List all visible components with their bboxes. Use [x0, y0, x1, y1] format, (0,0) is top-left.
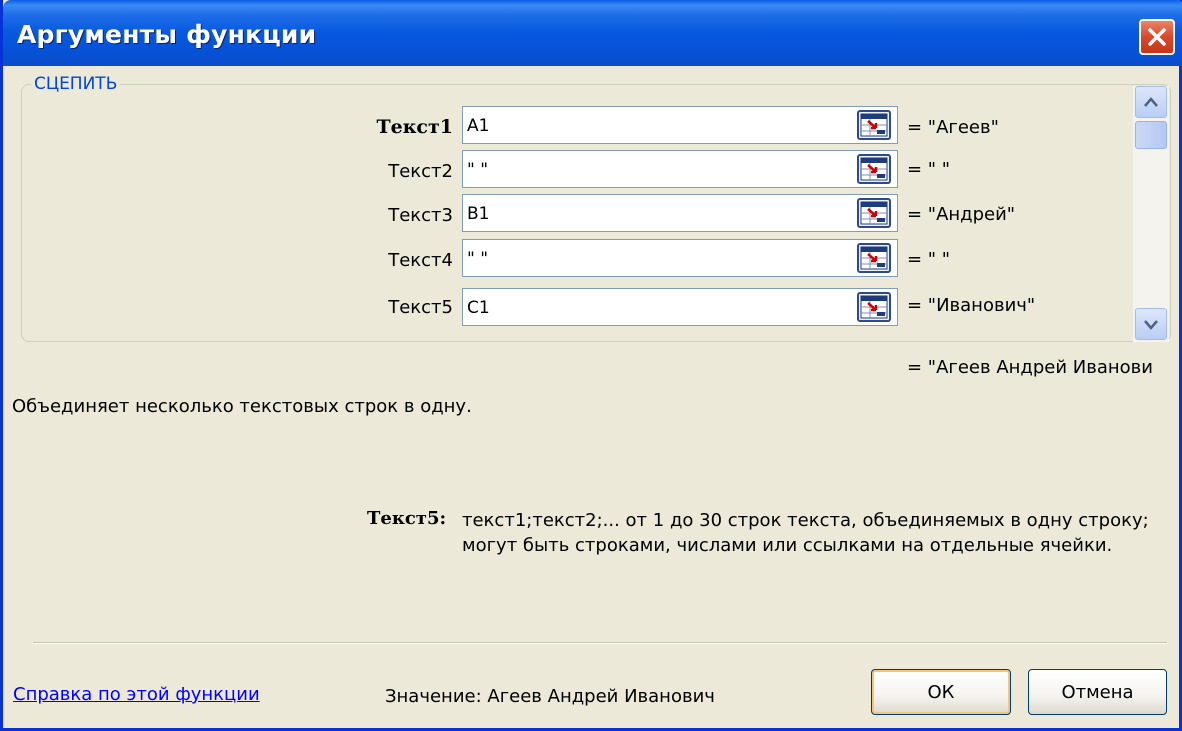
- argument-input-value: B1: [467, 204, 490, 224]
- range-select-icon: [860, 201, 888, 225]
- argument-result: = "Агеев": [907, 117, 999, 138]
- help-link[interactable]: Справка по этой функции: [13, 684, 260, 705]
- function-name-label: СЦЕПИТЬ: [31, 74, 121, 94]
- footer-divider: [33, 642, 1167, 644]
- title-bar[interactable]: Аргументы функции: [3, 0, 1182, 66]
- ok-button[interactable]: ОК: [871, 669, 1011, 715]
- argument-input[interactable]: " ": [462, 150, 898, 188]
- value-text: Значение: Агеев Андрей Иванович: [385, 686, 715, 707]
- argument-label: Текст3: [388, 205, 453, 226]
- scroll-up-button[interactable]: [1135, 86, 1167, 118]
- range-select-icon: [860, 113, 888, 137]
- collapse-dialog-button[interactable]: [857, 154, 891, 184]
- dialog-title: Аргументы функции: [17, 20, 317, 49]
- argument-label: Текст1: [376, 116, 453, 138]
- function-arguments-dialog: Аргументы функции СЦЕПИТЬ Текст1 A1 = "А…: [0, 0, 1182, 731]
- scroll-down-button[interactable]: [1135, 308, 1167, 340]
- argument-input-value: C1: [467, 298, 490, 318]
- help-argument-text: текст1;текст2;... от 1 до 30 строк текст…: [462, 510, 1149, 556]
- argument-label: Текст2: [388, 161, 453, 182]
- cancel-button[interactable]: Отмена: [1028, 669, 1167, 715]
- collapse-dialog-button[interactable]: [857, 243, 891, 273]
- argument-result: = "Андрей": [907, 204, 1016, 225]
- scroll-thumb[interactable]: [1135, 121, 1167, 149]
- close-button[interactable]: [1139, 19, 1175, 55]
- collapse-dialog-button[interactable]: [857, 198, 891, 228]
- argument-input-value: A1: [467, 116, 490, 136]
- argument-input-value: " ": [467, 249, 489, 269]
- range-select-icon: [860, 157, 888, 181]
- formula-result: = "Агеев Андрей Иванови: [907, 357, 1153, 378]
- argument-input[interactable]: " ": [462, 239, 898, 277]
- chevron-down-icon: [1144, 320, 1158, 330]
- arguments-scrollbar[interactable]: [1133, 86, 1169, 342]
- argument-input-value: " ": [467, 160, 489, 180]
- help-argument-label: Текст5:: [367, 508, 447, 529]
- function-description: Объединяет несколько текстовых строк в о…: [12, 396, 472, 417]
- argument-input[interactable]: C1: [462, 288, 898, 326]
- argument-input[interactable]: A1: [462, 106, 898, 144]
- argument-result: = " ": [907, 159, 951, 180]
- range-select-icon: [860, 246, 888, 270]
- argument-label: Текст4: [388, 250, 453, 271]
- argument-result: = "Иванович": [907, 295, 1036, 316]
- argument-label: Текст5: [388, 297, 453, 318]
- argument-input[interactable]: B1: [462, 194, 898, 232]
- argument-result: = " ": [907, 249, 951, 270]
- range-select-icon: [860, 295, 888, 319]
- collapse-dialog-button[interactable]: [857, 110, 891, 140]
- close-icon: [1148, 28, 1166, 46]
- chevron-up-icon: [1144, 97, 1158, 107]
- collapse-dialog-button[interactable]: [857, 292, 891, 322]
